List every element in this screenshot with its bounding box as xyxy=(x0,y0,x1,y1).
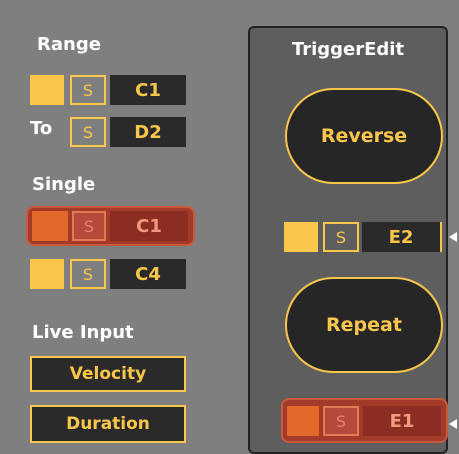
single-s-button[interactable]: S xyxy=(70,259,106,289)
to-note-field[interactable]: D2 xyxy=(110,117,186,147)
tab-trigger-edit[interactable]: TriggerEdit xyxy=(248,26,448,70)
reverse-button[interactable]: Reverse xyxy=(285,88,443,184)
arrow-left-icon xyxy=(449,232,457,242)
single-note-field[interactable]: C4 xyxy=(110,259,186,289)
single-toggle[interactable] xyxy=(30,259,64,289)
single-highlight-note-field[interactable]: C1 xyxy=(110,211,188,241)
trigger-bottom-note-field[interactable]: E1 xyxy=(363,406,441,436)
repeat-button[interactable]: Repeat xyxy=(285,277,443,373)
range-note-field[interactable]: C1 xyxy=(110,75,186,105)
trigger-mid-s-button[interactable]: S xyxy=(323,222,359,252)
to-label: To xyxy=(30,118,53,139)
trigger-mid-toggle[interactable] xyxy=(284,222,318,252)
trigger-bottom-s-button[interactable]: S xyxy=(323,406,359,436)
range-label: Range xyxy=(37,34,101,55)
live-input-label: Live Input xyxy=(32,322,134,343)
duration-button[interactable]: Duration xyxy=(30,405,186,443)
velocity-button[interactable]: Velocity xyxy=(30,356,186,392)
range-s-button[interactable]: S xyxy=(70,75,106,105)
single-highlight-toggle[interactable] xyxy=(32,211,68,241)
single-highlight-s-button[interactable]: S xyxy=(72,211,106,241)
range-toggle[interactable] xyxy=(30,75,64,105)
arrow-left-icon xyxy=(449,419,457,429)
single-highlight-row[interactable]: S C1 xyxy=(26,206,195,246)
single-label: Single xyxy=(32,174,96,195)
trigger-bottom-toggle[interactable] xyxy=(287,406,319,436)
trigger-mid-note-field[interactable]: E2 xyxy=(362,222,442,252)
trigger-bottom-highlight-row[interactable]: S E1 xyxy=(281,398,448,443)
to-s-button[interactable]: S xyxy=(70,117,106,147)
